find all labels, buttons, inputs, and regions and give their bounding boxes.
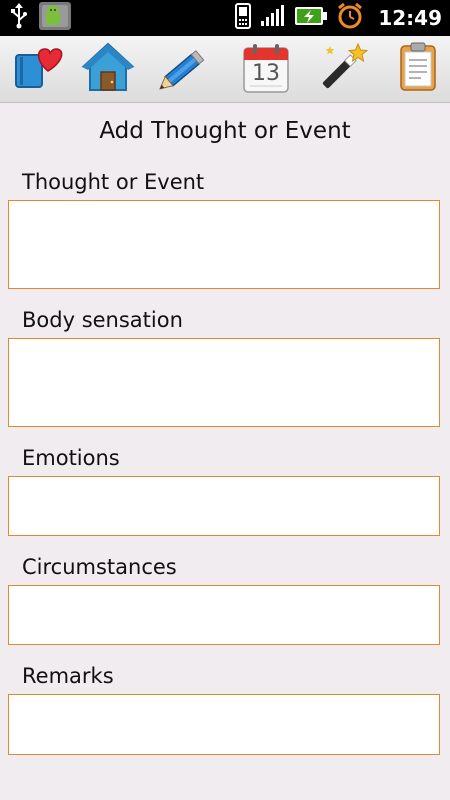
toolbar: 13 [0, 36, 450, 103]
circumstances-input[interactable] [8, 585, 440, 645]
status-bar: 12:49 [0, 0, 450, 36]
home-button[interactable] [78, 40, 138, 98]
usb-icon [10, 3, 28, 33]
diary-button[interactable] [8, 40, 68, 98]
signal-icon [260, 5, 286, 31]
clipboard-button[interactable] [388, 40, 448, 98]
magic-wand-icon [316, 40, 372, 98]
phone-icon [234, 3, 252, 33]
page-title: Add Thought or Event [99, 118, 351, 144]
clipboard-icon [393, 40, 443, 98]
thought-label: Thought or Event [22, 170, 205, 194]
body-sensation-input[interactable] [8, 338, 440, 427]
circumstances-label: Circumstances [22, 555, 177, 579]
battery-charging-icon [294, 5, 328, 31]
calendar-icon: 13 [240, 42, 292, 96]
magic-button[interactable] [314, 40, 374, 98]
remarks-label: Remarks [22, 664, 114, 688]
pencil-icon [158, 40, 214, 98]
android-notification-icon [38, 1, 72, 35]
alarm-clock-icon [336, 2, 364, 34]
home-icon [80, 40, 136, 98]
remarks-input[interactable] [8, 694, 440, 755]
calendar-button[interactable]: 13 [236, 40, 296, 98]
status-time: 12:49 [378, 6, 442, 30]
emotions-label: Emotions [22, 446, 120, 470]
body-sensation-label: Body sensation [22, 308, 183, 332]
diary-heart-icon [12, 41, 64, 97]
thought-input[interactable] [8, 200, 440, 289]
edit-button[interactable] [156, 40, 216, 98]
calendar-day: 13 [252, 61, 280, 86]
emotions-input[interactable] [8, 476, 440, 536]
